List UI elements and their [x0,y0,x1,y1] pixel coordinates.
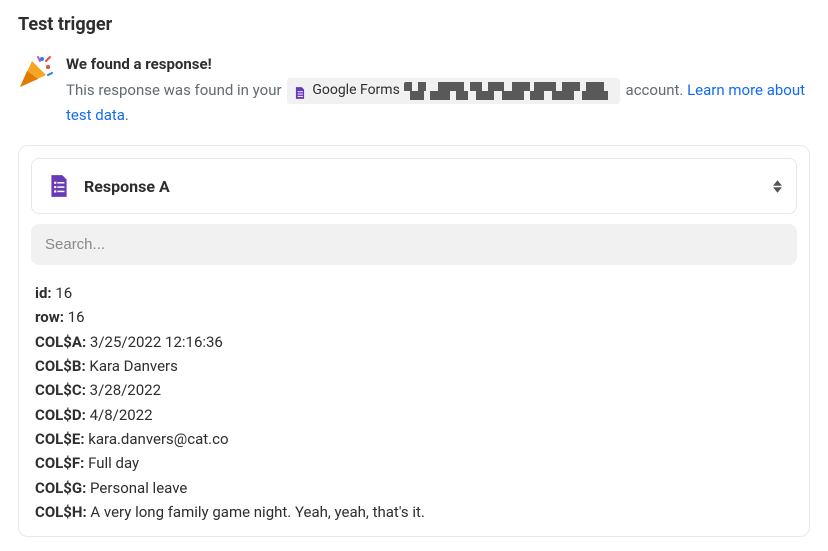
page-title: Test trigger [18,14,810,35]
found-response-title: We found a response! [66,53,810,76]
field-key: COL$E: [35,430,85,448]
field-value: 3/28/2022 [86,381,161,399]
found-response-suffix: account. [622,81,687,99]
field-value: 16 [52,284,73,302]
response-selector[interactable]: Response A [31,158,797,214]
field-key: id: [35,284,52,302]
field-key: COL$C: [35,381,86,399]
google-forms-icon [46,173,72,199]
field-value: kara.danvers@cat.co [85,430,229,448]
google-forms-icon [293,84,307,98]
field-key: row: [35,308,64,326]
search-input[interactable] [31,224,797,265]
field-row: COL$C: 3/28/2022 [35,378,793,402]
found-response-block: We found a response! This response was f… [18,53,810,127]
field-row: COL$G: Personal leave [35,476,793,500]
field-key: COL$H: [35,503,87,521]
party-popper-icon [18,53,54,89]
field-row: COL$H: A very long family game night. Ye… [35,500,793,524]
response-card: Response A id: 16row: 16COL$A: 3/25/2022… [18,145,810,537]
field-value: A very long family game night. Yeah, yea… [87,503,425,521]
field-key: COL$D: [35,406,86,424]
field-key: COL$G: [35,479,86,497]
account-pill: Google Forms [287,78,620,104]
field-value: 4/8/2022 [86,406,153,424]
found-response-period: . [125,106,129,124]
field-row: COL$B: Kara Danvers [35,354,793,378]
field-row: COL$A: 3/25/2022 12:16:36 [35,330,793,354]
field-row: COL$D: 4/8/2022 [35,403,793,427]
response-title: Response A [84,177,761,196]
field-value: 16 [64,308,85,326]
field-row: id: 16 [35,281,793,305]
field-value: 3/25/2022 12:16:36 [86,333,223,351]
found-response-prefix: This response was found in your [66,81,285,99]
select-arrows-icon [773,180,782,193]
field-value: Personal leave [86,479,187,497]
redacted-account-info [404,82,614,100]
field-row: COL$F: Full day [35,451,793,475]
field-row: COL$E: kara.danvers@cat.co [35,427,793,451]
account-service-name: Google Forms [312,80,400,102]
field-value: Kara Danvers [86,357,178,375]
field-key: COL$B: [35,357,86,375]
field-value: Full day [84,454,139,472]
field-key: COL$A: [35,333,86,351]
field-key: COL$F: [35,454,84,472]
field-row: row: 16 [35,305,793,329]
response-fields: id: 16row: 16COL$A: 3/25/2022 12:16:36CO… [31,281,797,524]
